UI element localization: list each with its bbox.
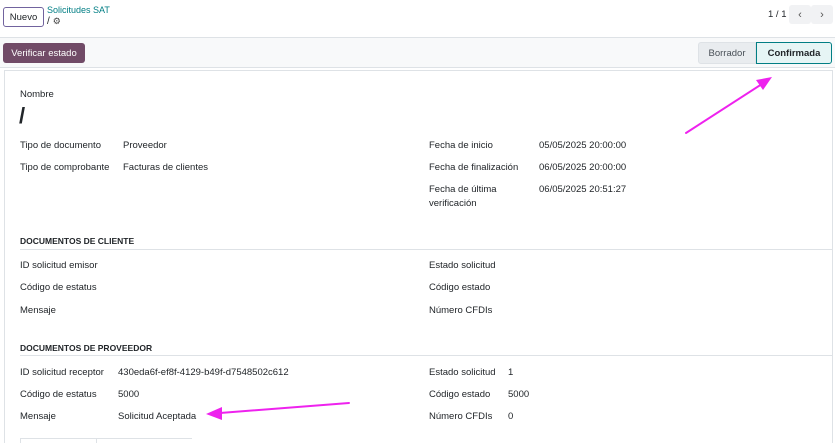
- client-status-code-label: Código de estatus: [20, 282, 97, 293]
- pager-next-button[interactable]: ›: [811, 5, 833, 24]
- voucher-type-value[interactable]: Facturas de clientes: [123, 162, 208, 173]
- provider-message-label: Mensaje: [20, 411, 56, 422]
- last-check-label-line1: Fecha de última: [429, 184, 497, 195]
- provider-request-state-label: Estado solicitud: [429, 367, 496, 378]
- client-issuer-id-label: ID solicitud emisor: [20, 260, 98, 271]
- start-date-label: Fecha de inicio: [429, 140, 493, 151]
- end-date-label: Fecha de finalización: [429, 162, 519, 173]
- verify-status-button[interactable]: Verificar estado: [3, 43, 85, 63]
- notebook-tabs: [20, 438, 192, 443]
- stage-draft[interactable]: Borrador: [698, 42, 756, 64]
- provider-section-divider: [20, 355, 832, 356]
- provider-cfdi-count-value[interactable]: 0: [508, 411, 513, 422]
- client-state-code-label: Código estado: [429, 282, 491, 293]
- client-message-label: Mensaje: [20, 305, 56, 316]
- breadcrumb-link[interactable]: Solicitudes SAT: [47, 5, 110, 15]
- form-sheet: Nombre / Tipo de documento Proveedor Tip…: [4, 70, 833, 443]
- new-button[interactable]: Nuevo: [3, 7, 44, 27]
- record-name: /: [47, 16, 50, 27]
- last-check-value[interactable]: 06/05/2025 20:51:27: [539, 184, 626, 195]
- stage-confirmed[interactable]: Confirmada: [756, 42, 832, 64]
- pager-value: 1 / 1: [768, 9, 787, 20]
- client-section-divider: [20, 249, 832, 250]
- provider-state-code-label: Código estado: [429, 389, 491, 400]
- provider-message-value[interactable]: Solicitud Aceptada: [118, 411, 196, 422]
- gear-icon[interactable]: ⚙: [53, 16, 61, 27]
- chevron-left-icon: ‹: [798, 8, 802, 21]
- start-date-value[interactable]: 05/05/2025 20:00:00: [539, 140, 626, 151]
- provider-section-title: DOCUMENTOS DE PROVEEDOR: [20, 343, 153, 353]
- provider-status-code-label: Código de estatus: [20, 389, 97, 400]
- status-pipeline: Borrador Confirmada: [698, 42, 832, 64]
- last-check-label-line2: verificación: [429, 198, 477, 209]
- document-type-label: Tipo de documento: [20, 140, 101, 151]
- provider-cfdi-count-label: Número CFDIs: [429, 411, 493, 422]
- provider-request-state-value[interactable]: 1: [508, 367, 513, 378]
- name-label: Nombre: [20, 89, 54, 100]
- voucher-type-label: Tipo de comprobante: [20, 162, 110, 173]
- provider-status-code-value[interactable]: 5000: [118, 389, 139, 400]
- document-type-value[interactable]: Proveedor: [123, 140, 167, 151]
- chevron-right-icon: ›: [820, 8, 824, 21]
- client-section-title: DOCUMENTOS DE CLIENTE: [20, 236, 135, 246]
- notebook-tab[interactable]: [20, 438, 97, 443]
- control-panel: Nuevo Solicitudes SAT / ⚙ 1 / 1 ‹ ›: [0, 0, 835, 38]
- provider-receiver-id-label: ID solicitud receptor: [20, 367, 104, 378]
- client-request-state-label: Estado solicitud: [429, 260, 496, 271]
- pager-previous-button[interactable]: ‹: [789, 5, 811, 24]
- end-date-value[interactable]: 06/05/2025 20:00:00: [539, 162, 626, 173]
- name-value[interactable]: /: [19, 103, 25, 129]
- client-cfdi-count-label: Número CFDIs: [429, 305, 493, 316]
- record-title: / ⚙: [47, 16, 61, 27]
- provider-receiver-id-value[interactable]: 430eda6f-ef8f-4129-b49f-d7548502c612: [118, 367, 289, 378]
- provider-state-code-value[interactable]: 5000: [508, 389, 529, 400]
- form-statusbar: Verificar estado Borrador Confirmada: [0, 38, 835, 68]
